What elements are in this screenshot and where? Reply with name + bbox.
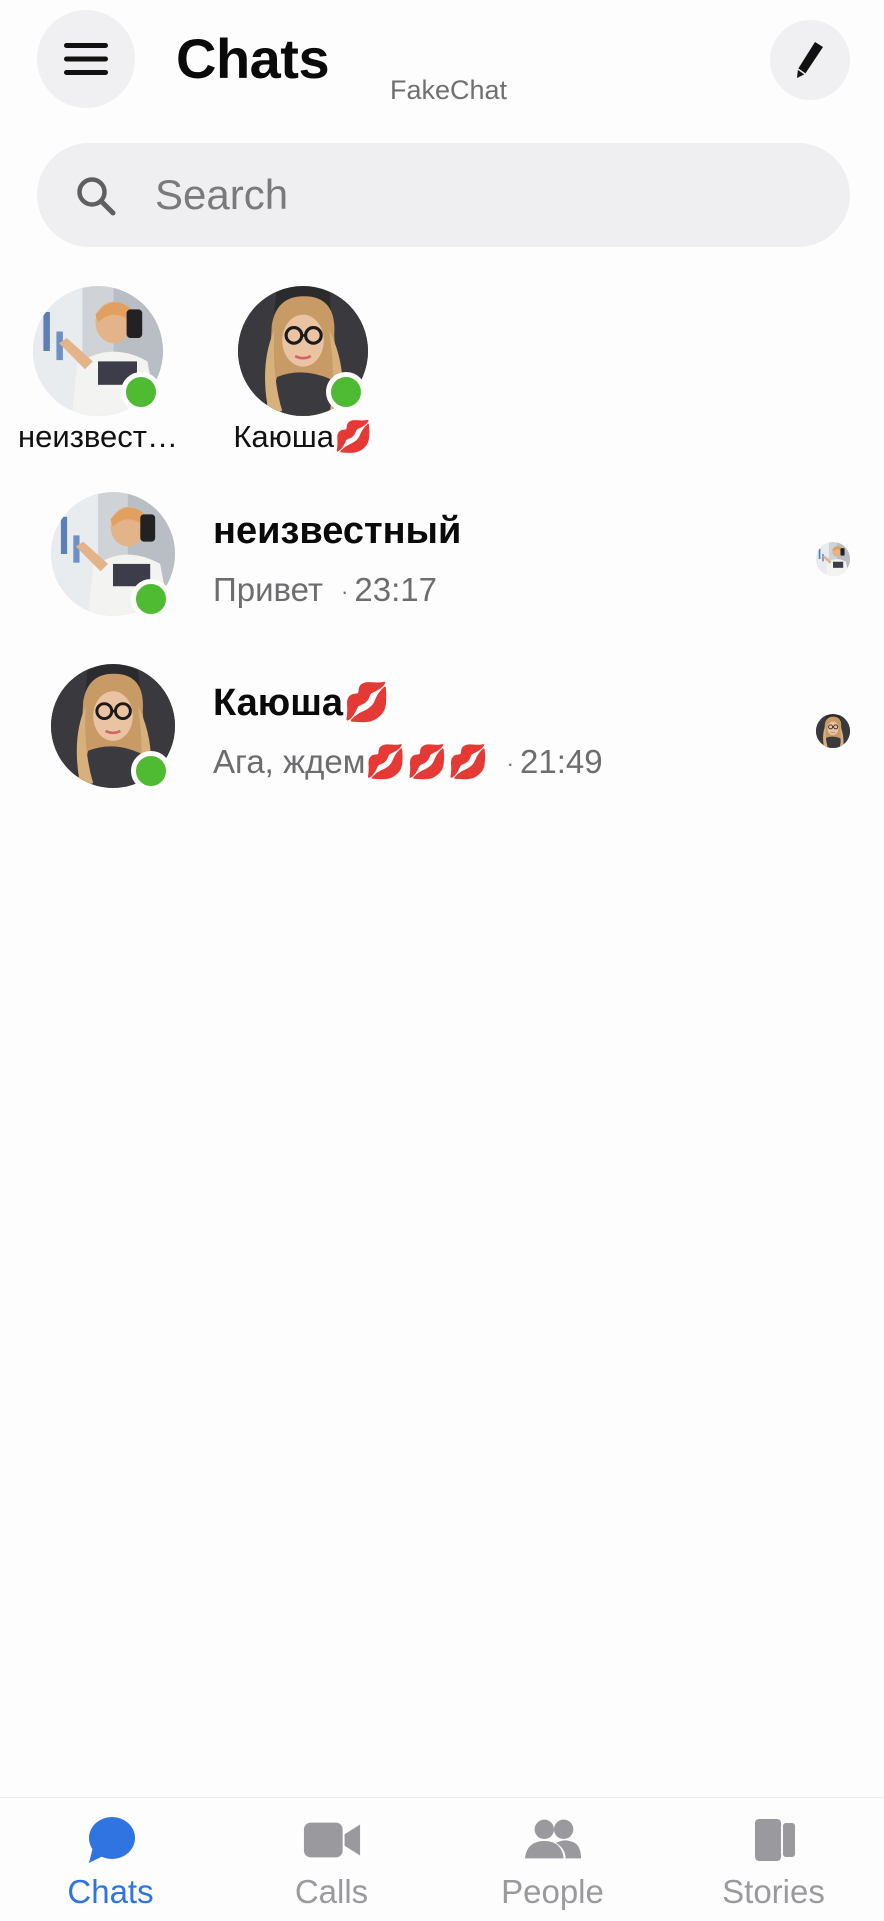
online-status-dot	[121, 372, 161, 412]
nav-tab-calls[interactable]: Calls	[221, 1798, 442, 1921]
chat-row[interactable]: Каюша💋 Ага, ждем💋💋💋 · 21:49	[0, 652, 884, 824]
bottom-navigation: Chats Calls People Stories	[0, 1797, 884, 1921]
chat-preview-line: Ага, ждем💋💋💋 · 21:49	[213, 742, 603, 784]
pencil-icon	[797, 42, 823, 78]
search-icon	[77, 177, 116, 216]
chat-name: Каюша💋	[213, 682, 391, 724]
nav-tab-people[interactable]: People	[442, 1798, 663, 1921]
compose-button[interactable]	[770, 20, 850, 100]
online-status-dot	[131, 579, 171, 619]
chat-preview-line: Привет · 23:17	[213, 570, 437, 612]
online-status-dot	[131, 751, 171, 791]
chat-timestamp: 23:17	[354, 571, 437, 608]
app-name-label: FakeChat	[390, 75, 508, 105]
people-icon	[524, 1819, 581, 1859]
separator-dot: ·	[341, 579, 349, 605]
hamburger-menu-icon	[64, 43, 108, 75]
stories-icon	[754, 1819, 795, 1861]
active-contact-name: Каюша💋	[213, 418, 393, 456]
chat-timestamp: 21:49	[519, 743, 603, 780]
active-contact-item[interactable]: неизвест…	[8, 280, 188, 460]
active-contact-item[interactable]: Каюша💋	[213, 280, 393, 460]
chat-last-message: Привет	[213, 571, 324, 608]
nav-tab-chats[interactable]: Chats	[0, 1798, 221, 1921]
seen-by-avatar	[816, 714, 850, 748]
nav-label: Chats	[67, 1873, 154, 1910]
nav-label: People	[501, 1873, 604, 1910]
video-camera-icon	[303, 1822, 360, 1858]
separator-dot: ·	[506, 751, 514, 777]
top-bar: Chats FakeChat	[0, 0, 884, 130]
chat-bubble-icon	[88, 1817, 135, 1863]
online-status-dot	[326, 372, 366, 412]
active-contact-name: неизвест…	[18, 419, 178, 454]
menu-button[interactable]	[37, 10, 135, 108]
search-bar[interactable]	[37, 143, 850, 247]
chat-name: неизвестный	[213, 510, 462, 552]
chat-row[interactable]: неизвестный Привет · 23:17	[0, 480, 884, 652]
page-title: Chats	[176, 27, 330, 90]
nav-label: Stories	[722, 1873, 825, 1910]
nav-label: Calls	[294, 1873, 369, 1910]
active-contacts-strip: неизвест… Каюша💋	[0, 280, 884, 460]
nav-tab-stories[interactable]: Stories	[663, 1798, 884, 1921]
chat-last-message: Ага, ждем💋💋💋	[213, 743, 489, 780]
search-input[interactable]	[155, 163, 815, 227]
active-contact-name-text: Каюша💋	[233, 419, 373, 454]
seen-by-avatar	[816, 542, 850, 576]
chat-list: неизвестный Привет · 23:17 Каюша💋 Ага, жде…	[0, 480, 884, 824]
